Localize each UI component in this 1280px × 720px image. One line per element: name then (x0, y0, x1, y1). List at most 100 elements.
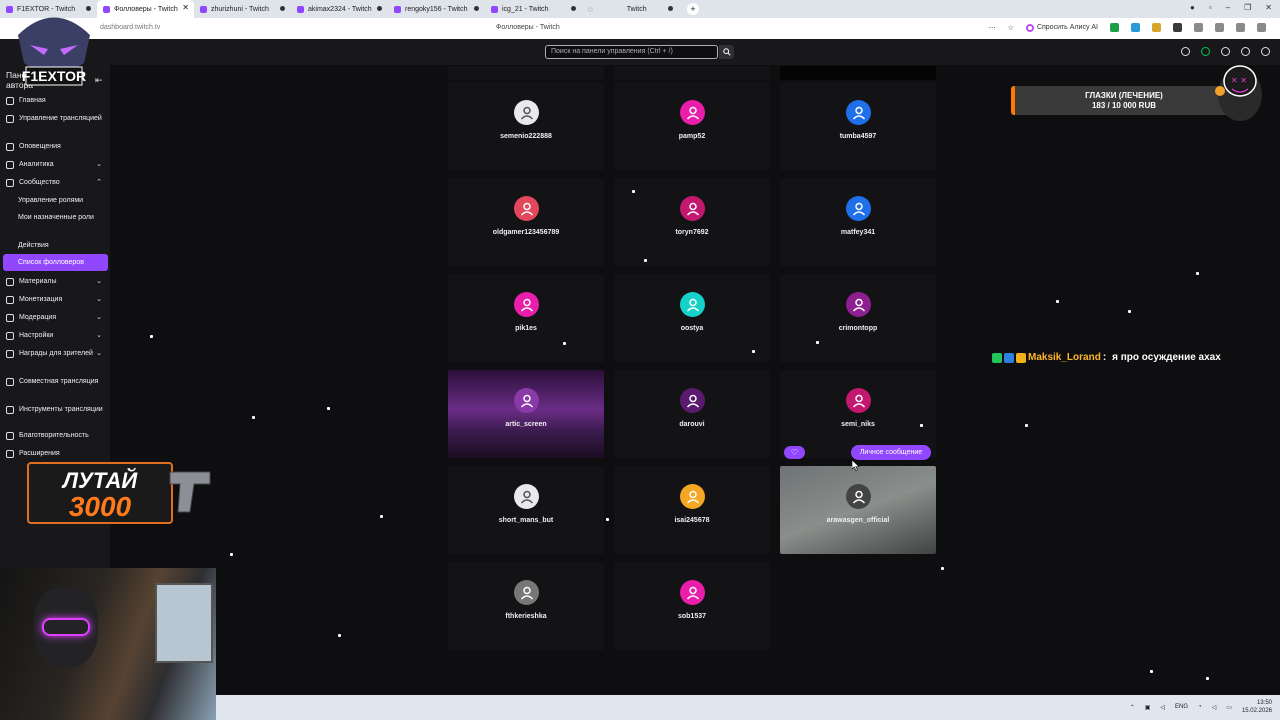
clock[interactable]: 13:50 15.02.2026 (1242, 699, 1272, 715)
volume-icon[interactable]: ◁ (1160, 704, 1165, 711)
follower-avatar[interactable] (680, 484, 705, 509)
follower-avatar[interactable] (680, 580, 705, 605)
follower-card[interactable]: matfey341 (780, 178, 936, 266)
sidebar-item-moderation[interactable]: Модерация ⌄ (6, 313, 106, 322)
follower-avatar[interactable] (680, 292, 705, 317)
follower-card[interactable]: toryn7692 (614, 178, 770, 266)
sidebar-item-stream-manager[interactable]: Управление трансляцией (6, 114, 106, 123)
follower-avatar[interactable] (846, 100, 871, 125)
language-indicator[interactable]: ENG (1175, 704, 1188, 710)
sidebar-item-collab-stream[interactable]: Совместная трансляция (6, 377, 106, 386)
sidebar-item-analytics[interactable]: Аналитика ⌄ (6, 160, 106, 169)
follower-name[interactable]: darouvi (614, 421, 770, 428)
sidebar-item-monetization[interactable]: Монетизация ⌄ (6, 295, 106, 304)
follower-avatar[interactable] (846, 388, 871, 413)
follower-card[interactable]: artic_screen (448, 370, 604, 458)
follower-name[interactable]: artic_screen (448, 421, 604, 428)
network-icon[interactable]: ▣ (1145, 704, 1151, 711)
new-tab-icon[interactable]: + (687, 3, 699, 15)
battery-icon[interactable]: ▭ (1226, 704, 1232, 711)
download-icon[interactable] (1257, 23, 1266, 32)
follower-name[interactable]: matfey341 (780, 229, 936, 236)
wifi-icon[interactable]: ◔ (1198, 704, 1202, 710)
follower-card[interactable]: arawasgen_official (780, 466, 936, 554)
extension-icon[interactable] (1194, 23, 1203, 32)
sidebar-item-stream-tools[interactable]: Инструменты трансляции (6, 405, 106, 414)
sidebar-item-community[interactable]: Сообщество ⌃ (6, 178, 106, 187)
search-button[interactable] (719, 45, 734, 59)
follower-card[interactable]: pamp52 (614, 82, 770, 170)
extension-icon[interactable] (1215, 23, 1224, 32)
sidebar-item-charity[interactable]: Благотворительность (6, 431, 106, 440)
follower-card[interactable]: oostya (614, 274, 770, 362)
follower-name[interactable]: tumba4597 (780, 133, 936, 140)
ask-alice-button[interactable]: Спросить Алису AI (1025, 23, 1098, 32)
browser-tab[interactable]: icg_21 - Twitch (485, 0, 582, 18)
close-tab-icon[interactable]: ✕ (182, 3, 189, 12)
extension-icon[interactable] (1110, 23, 1119, 32)
help-icon[interactable] (1181, 47, 1190, 56)
follower-name[interactable]: isai245678 (614, 517, 770, 524)
sidebar-item-extensions[interactable]: Расширения (6, 449, 106, 458)
follower-card[interactable]: sob1537 (614, 562, 770, 650)
follower-card[interactable]: semenio222888 (448, 82, 604, 170)
follower-name[interactable]: pik1es (448, 325, 604, 332)
sidebar-item-alerts[interactable]: Оповещения (6, 142, 106, 151)
follower-card[interactable]: pik1es (448, 274, 604, 362)
follower-card[interactable]: darouvi (614, 370, 770, 458)
search-input[interactable]: Поиск на панели управления (Ctrl + /) (545, 45, 718, 59)
follower-avatar[interactable] (514, 388, 539, 413)
follower-avatar[interactable] (680, 388, 705, 413)
follower-name[interactable]: semenio222888 (448, 133, 604, 140)
follower-avatar[interactable] (514, 292, 539, 317)
follower-name[interactable]: short_mans_but (448, 517, 604, 524)
browser-tab[interactable]: akimax2324 - Twitch (291, 0, 388, 18)
browser-tab[interactable]: zhurizhuni - Twitch (194, 0, 291, 18)
more-icon[interactable]: ⋯ (989, 24, 996, 32)
maximize-icon[interactable]: ❐ (1244, 3, 1251, 12)
follower-name[interactable]: semi_niks (780, 421, 936, 428)
follower-avatar[interactable] (514, 100, 539, 125)
browser-tab-active[interactable]: Фолловеры - Twitch ✕ (97, 0, 194, 18)
follower-name[interactable]: fthkerieshka (448, 613, 604, 620)
direct-message-button[interactable]: Личное сообщение (851, 445, 931, 460)
follower-card[interactable]: fthkerieshka (448, 562, 604, 650)
gift-icon[interactable] (1201, 47, 1210, 56)
browser-tab[interactable]: rengoky156 - Twitch (388, 0, 485, 18)
follower-avatar[interactable] (846, 292, 871, 317)
follower-avatar[interactable] (514, 196, 539, 221)
url-field[interactable]: dashboard.twitch.tv (100, 24, 160, 31)
follower-name[interactable]: sob1537 (614, 613, 770, 620)
tabs-icon[interactable]: ▫ (1209, 3, 1212, 12)
sidebar-item-viewer-rewards[interactable]: Награды для зрителей ⌄ (6, 349, 106, 358)
close-window-icon[interactable]: ✕ (1265, 3, 1272, 12)
follower-card[interactable]: short_mans_but (448, 466, 604, 554)
follow-back-button[interactable]: ♡ (784, 446, 805, 459)
follower-avatar[interactable] (680, 100, 705, 125)
sidebar-item-settings[interactable]: Настройки ⌄ (6, 331, 106, 340)
follower-card[interactable]: crimontopp (780, 274, 936, 362)
follower-avatar[interactable] (846, 196, 871, 221)
follower-avatar[interactable] (514, 580, 539, 605)
extension-icon[interactable] (1131, 23, 1140, 32)
follower-avatar[interactable] (846, 484, 871, 509)
follower-card[interactable]: isai245678 (614, 466, 770, 554)
follower-card[interactable]: oldgamer123456789 (448, 178, 604, 266)
sidebar-item-content[interactable]: Материалы ⌄ (6, 277, 106, 286)
sidebar-item-activity[interactable]: Действия (18, 241, 98, 250)
sidebar-item-home[interactable]: Главная (6, 96, 106, 105)
extension-icon[interactable] (1173, 23, 1182, 32)
sidebar-item-my-roles[interactable]: Мои назначенные роли (18, 213, 98, 222)
profile-icon[interactable]: ● (1190, 3, 1195, 12)
minimize-icon[interactable]: – (1226, 3, 1230, 12)
extension-icon[interactable] (1236, 23, 1245, 32)
follower-name[interactable]: arawasgen_official (780, 517, 936, 524)
follower-card[interactable]: tumba4597 (780, 82, 936, 170)
bookmark-icon[interactable]: ☆ (1008, 24, 1014, 32)
follower-name[interactable]: crimontopp (780, 325, 936, 332)
follower-avatar[interactable] (514, 484, 539, 509)
chevron-up-icon[interactable]: ⌃ (1130, 704, 1135, 711)
speaker-icon[interactable]: ◁ (1212, 704, 1217, 711)
follower-avatar[interactable] (680, 196, 705, 221)
follower-name[interactable]: oldgamer123456789 (448, 229, 604, 236)
